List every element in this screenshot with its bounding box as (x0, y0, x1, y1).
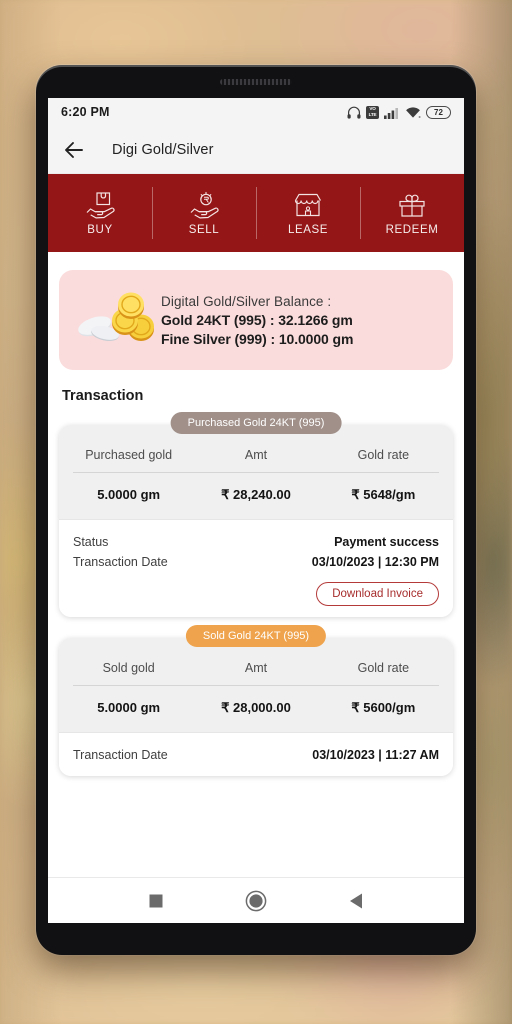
page-title: Digi Gold/Silver (112, 141, 214, 158)
signal-icon (384, 107, 398, 119)
cell-asset-quantity: 5.0000 gm (97, 700, 161, 715)
transaction-card-sold: Sold Gold 24KT (995) Sold gold Amt Gold … (59, 625, 453, 776)
battery-icon: 72 (426, 105, 451, 119)
column-header-rate: Gold rate (357, 448, 410, 462)
wifi-icon (406, 106, 421, 118)
headphones-icon (347, 106, 361, 119)
column-header-amount: Amt (244, 448, 268, 462)
digital-balance-card: Digital Gold/Silver Balance : Gold 24KT … (59, 270, 453, 370)
transaction-table: Sold gold Amt Gold rate 5.0000 gm ₹ 28,0… (59, 638, 453, 732)
earpiece-speaker-grille (220, 79, 292, 85)
hand-box-icon (84, 190, 116, 220)
status-icon-group: VO LTE 72 (347, 105, 451, 119)
column-header-amount: Amt (244, 661, 268, 675)
status-clock: 6:20 PM (61, 105, 110, 119)
tab-lease-label: LEASE (287, 224, 329, 236)
detail-label-status: Status (73, 535, 109, 549)
detail-row-date: Transaction Date 03/10/2023 | 12:30 PM (73, 552, 439, 572)
tab-sell[interactable]: SELL (152, 174, 256, 252)
tab-redeem-label: REDEEM (385, 224, 439, 236)
phone-device-frame: 6:20 PM VO LTE 72 Digi Gold/Silver BUY S… (36, 65, 476, 955)
square-recents-icon[interactable] (148, 893, 164, 909)
android-navigation-bar (48, 877, 464, 923)
gold-balance-value: Gold 24KT (995) : 32.1266 gm (161, 311, 353, 328)
app-header-bar: Digi Gold/Silver (48, 126, 464, 174)
battery-level-text: 72 (434, 107, 443, 117)
transaction-section-heading: Transaction (62, 388, 144, 404)
transaction-details: Status Payment success Transaction Date … (59, 519, 453, 617)
detail-label-date: Transaction Date (73, 555, 168, 569)
cell-amount: ₹ 28,000.00 (221, 700, 291, 715)
hand-rupee-coin-icon (188, 190, 220, 220)
download-invoice-button[interactable]: Download Invoice (316, 582, 439, 606)
invoice-button-row: Download Invoice (73, 582, 439, 606)
shop-icon (293, 190, 323, 220)
back-arrow-icon[interactable] (62, 138, 86, 162)
balance-text-block: Digital Gold/Silver Balance : Gold 24KT … (161, 294, 353, 347)
triangle-back-icon[interactable] (348, 892, 364, 910)
tab-lease[interactable]: LEASE (256, 174, 360, 252)
transaction-details: Transaction Date 03/10/2023 | 11:27 AM (59, 732, 453, 776)
volte-bottom-text: LTE (368, 112, 377, 117)
status-bar: 6:20 PM VO LTE 72 (48, 98, 464, 126)
detail-value-date: 03/10/2023 | 12:30 PM (311, 555, 439, 569)
gold-silver-coins-icon (73, 287, 155, 354)
detail-row-status: Status Payment success (73, 532, 439, 552)
cell-amount: ₹ 28,240.00 (221, 487, 291, 502)
table-row: 5.0000 gm ₹ 28,240.00 ₹ 5648/gm (65, 473, 447, 519)
cell-rate: ₹ 5600/gm (351, 700, 416, 715)
detail-label-date: Transaction Date (73, 748, 168, 762)
status-badge: Sold Gold 24KT (995) (185, 625, 327, 647)
tab-sell-label: SELL (188, 224, 220, 236)
gift-icon (397, 190, 427, 220)
scrollable-content[interactable]: Digital Gold/Silver Balance : Gold 24KT … (48, 252, 464, 877)
table-header-row: Purchased gold Amt Gold rate (65, 448, 447, 472)
cell-rate: ₹ 5648/gm (351, 487, 416, 502)
tab-redeem[interactable]: REDEEM (360, 174, 464, 252)
circle-home-icon[interactable] (245, 890, 267, 912)
column-header-asset: Sold gold (102, 661, 155, 675)
detail-value-date: 03/10/2023 | 11:27 AM (312, 748, 439, 762)
detail-row-date: Transaction Date 03/10/2023 | 11:27 AM (73, 745, 439, 765)
status-badge: Purchased Gold 24KT (995) (170, 412, 342, 434)
tab-buy[interactable]: BUY (48, 174, 152, 252)
silver-balance-value: Fine Silver (999) : 10.0000 gm (161, 330, 354, 347)
tab-buy-label: BUY (87, 224, 113, 236)
column-header-rate: Gold rate (357, 661, 410, 675)
balance-card-title: Digital Gold/Silver Balance : (161, 293, 332, 309)
table-row: 5.0000 gm ₹ 28,000.00 ₹ 5600/gm (65, 686, 447, 732)
transaction-card-purchased: Purchased Gold 24KT (995) Purchased gold… (59, 412, 453, 617)
table-header-row: Sold gold Amt Gold rate (65, 661, 447, 685)
volte-icon: VO LTE (366, 105, 379, 119)
action-tab-bar: BUY SELL LEASE REDEEM (48, 174, 464, 252)
transaction-table: Purchased gold Amt Gold rate 5.0000 gm ₹… (59, 425, 453, 519)
phone-screen: 6:20 PM VO LTE 72 Digi Gold/Silver BUY S… (48, 98, 464, 923)
detail-value-status: Payment success (334, 535, 439, 549)
cell-asset-quantity: 5.0000 gm (97, 487, 161, 502)
column-header-asset: Purchased gold (85, 448, 173, 462)
